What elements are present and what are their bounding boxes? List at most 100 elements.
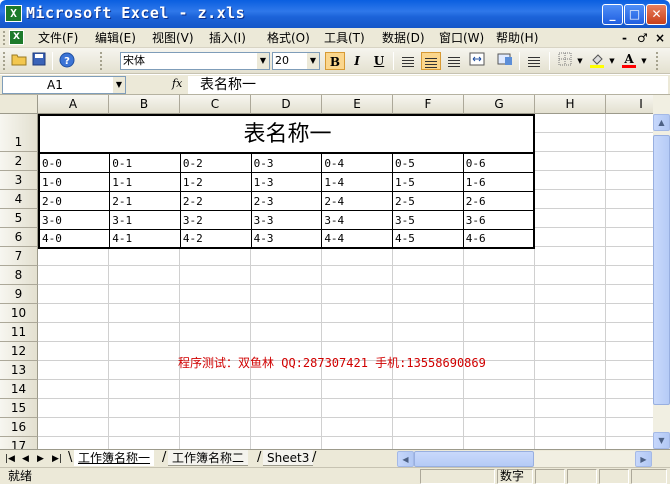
open-folder-icon[interactable]	[10, 52, 28, 70]
first-sheet-nav-icon[interactable]: |◀	[5, 452, 15, 466]
sheet-tab-1[interactable]: 工作簿名称一	[74, 450, 155, 466]
save-icon[interactable]	[30, 52, 48, 70]
row-header-6[interactable]: 6	[0, 228, 38, 247]
doc-restore-button[interactable]: ♂	[637, 30, 648, 46]
test-annotation-text[interactable]: 程序测试：双鱼林 QQ:287307421 手机:13558690869	[178, 354, 486, 371]
table-cell[interactable]: 4-5	[392, 228, 464, 249]
table-cell[interactable]: 4-6	[462, 228, 535, 249]
table-cell[interactable]: 1-6	[462, 171, 535, 192]
row-header-9[interactable]: 9	[0, 285, 38, 304]
chevron-down-icon[interactable]: ▼	[113, 77, 125, 93]
table-cell[interactable]: 3-4	[321, 209, 394, 230]
table-cell[interactable]: 0-1	[109, 152, 181, 173]
row-header-2[interactable]: 2	[0, 152, 38, 171]
table-cell[interactable]: 1-0	[38, 171, 111, 192]
prev-sheet-nav-icon[interactable]: ◀	[22, 452, 29, 466]
align-left-icon[interactable]	[398, 52, 418, 70]
column-header-d[interactable]: D	[251, 95, 322, 114]
chevron-down-icon[interactable]: ▼	[307, 53, 319, 69]
minimize-button[interactable]: _	[602, 4, 623, 25]
align-center-icon[interactable]	[421, 52, 441, 70]
chevron-down-icon[interactable]: ▼	[607, 52, 617, 70]
vertical-scroll-thumb[interactable]	[653, 135, 670, 405]
table-cell[interactable]: 3-3	[250, 209, 323, 230]
name-box[interactable]: A1 ▼	[2, 76, 126, 94]
menu-window[interactable]: 窗口(W)	[437, 30, 486, 46]
horizontal-scrollbar[interactable]: ◀ ▶	[397, 451, 652, 467]
chevron-down-icon[interactable]: ▼	[639, 52, 649, 70]
table-cell[interactable]: 1-1	[109, 171, 181, 192]
table-cell[interactable]: 0-2	[179, 152, 252, 173]
row-header-15[interactable]: 15	[0, 399, 38, 418]
menu-data[interactable]: 数据(D)	[380, 30, 427, 46]
row-header-5[interactable]: 5	[0, 209, 38, 228]
row-header-14[interactable]: 14	[0, 380, 38, 399]
indent-icon[interactable]	[524, 52, 544, 70]
horizontal-scroll-thumb[interactable]	[414, 451, 534, 467]
close-button[interactable]: ✕	[646, 4, 667, 25]
toolbar-grip-2[interactable]	[100, 52, 104, 70]
chevron-down-icon[interactable]: ▼	[257, 53, 269, 69]
bold-button[interactable]: B	[325, 52, 345, 70]
row-header-10[interactable]: 10	[0, 304, 38, 323]
row-header-8[interactable]: 8	[0, 266, 38, 285]
excel-app-icon[interactable]: X	[5, 5, 22, 22]
vertical-scrollbar[interactable]: ▲ ▼	[653, 95, 670, 449]
table-cell[interactable]: 3-0	[38, 209, 111, 230]
table-cell[interactable]: 2-0	[38, 190, 111, 211]
toolbar-options-grip[interactable]	[656, 52, 660, 70]
table-cell[interactable]: 4-0	[38, 228, 111, 249]
column-header-a[interactable]: A	[38, 95, 109, 114]
font-color-icon[interactable]: A	[619, 52, 639, 70]
column-header-e[interactable]: E	[322, 95, 393, 114]
function-fx-icon[interactable]: fx	[172, 77, 182, 90]
row-header-13[interactable]: 13	[0, 361, 38, 380]
table-cell[interactable]: 0-5	[392, 152, 464, 173]
menu-file[interactable]: 文件(F)	[36, 30, 80, 46]
table-cell[interactable]: 0-3	[250, 152, 323, 173]
fill-color-icon[interactable]	[587, 52, 607, 70]
sheet-tab-3[interactable]: Sheet3	[263, 450, 314, 466]
scroll-down-arrow-icon[interactable]: ▼	[653, 432, 670, 449]
menu-insert[interactable]: 插入(I)	[207, 30, 248, 46]
table-cell[interactable]: 1-3	[250, 171, 323, 192]
table-cell[interactable]: 4-3	[250, 228, 323, 249]
table-cell[interactable]: 0-4	[321, 152, 394, 173]
menu-view[interactable]: 视图(V)	[150, 30, 196, 46]
help-icon[interactable]: ?	[58, 52, 76, 70]
font-size-select[interactable]: 20 ▼	[272, 52, 320, 70]
doc-minimize-button[interactable]: -	[622, 30, 627, 46]
table-cell[interactable]: 1-5	[392, 171, 464, 192]
row-header-3[interactable]: 3	[0, 171, 38, 190]
table-cell[interactable]: 3-1	[109, 209, 181, 230]
table-cell[interactable]: 3-6	[462, 209, 535, 230]
menu-tools[interactable]: 工具(T)	[322, 30, 367, 46]
column-header-h[interactable]: H	[535, 95, 606, 114]
table-cell[interactable]: 2-4	[321, 190, 394, 211]
table-cell[interactable]: 1-4	[321, 171, 394, 192]
scroll-up-arrow-icon[interactable]: ▲	[653, 114, 670, 131]
doc-close-button[interactable]: ×	[655, 30, 665, 46]
merge-center-icon[interactable]	[467, 52, 487, 70]
table-cell[interactable]: 2-2	[179, 190, 252, 211]
column-header-b[interactable]: B	[109, 95, 180, 114]
workbook-icon[interactable]: X	[9, 30, 24, 45]
sheet-tab-2[interactable]: 工作簿名称二	[168, 450, 249, 466]
menu-help[interactable]: 帮助(H)	[494, 30, 540, 46]
formula-input[interactable]: 表名称一	[188, 76, 668, 94]
table-cell[interactable]: 4-4	[321, 228, 394, 249]
table-cell[interactable]: 2-5	[392, 190, 464, 211]
next-sheet-nav-icon[interactable]: ▶	[37, 452, 44, 466]
table-cell[interactable]: 2-1	[109, 190, 181, 211]
menu-format[interactable]: 格式(O)	[265, 30, 312, 46]
table-cell[interactable]: 3-2	[179, 209, 252, 230]
maximize-button[interactable]: □	[624, 4, 645, 25]
scroll-left-arrow-icon[interactable]: ◀	[397, 451, 414, 467]
font-name-select[interactable]: 宋体 ▼	[120, 52, 270, 70]
menu-edit[interactable]: 编辑(E)	[93, 30, 138, 46]
table-title-cell[interactable]: 表名称一	[38, 114, 535, 154]
table-cell[interactable]: 4-1	[109, 228, 181, 249]
borders-icon[interactable]	[555, 52, 575, 70]
chevron-down-icon[interactable]: ▼	[575, 52, 585, 70]
select-all-corner[interactable]	[0, 95, 38, 114]
